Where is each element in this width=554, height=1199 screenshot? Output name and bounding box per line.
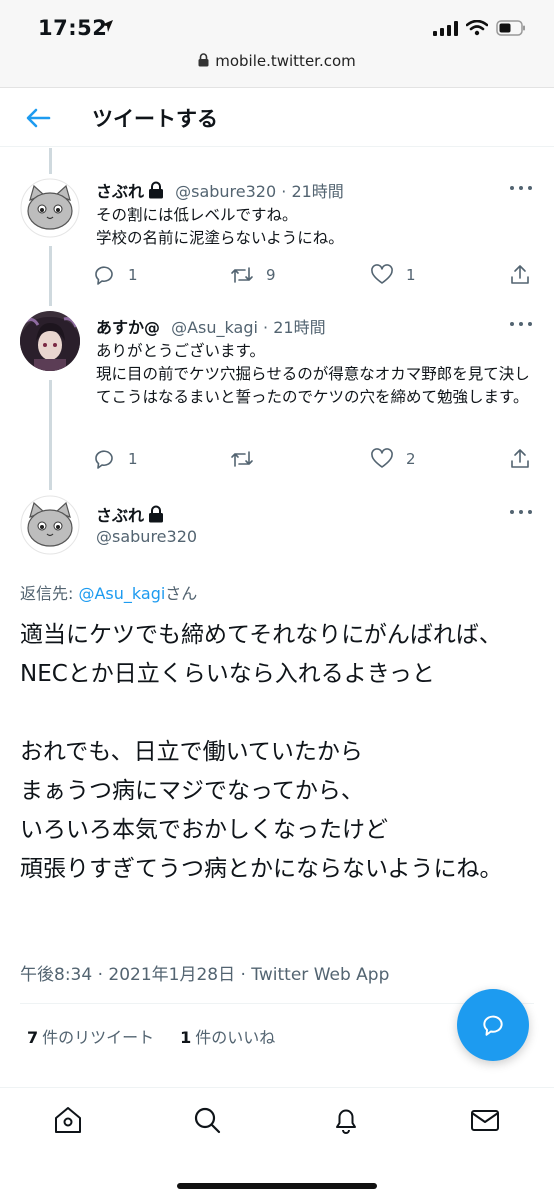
- location-arrow-icon: [101, 20, 113, 32]
- more-options-icon[interactable]: [510, 510, 532, 516]
- retweet-icon: [231, 267, 253, 283]
- like-count: 2: [406, 450, 416, 468]
- handle[interactable]: @Asu_kagi: [171, 318, 258, 337]
- retweet-count: 9: [266, 266, 276, 284]
- cellular-signal-icon: [433, 20, 458, 36]
- tweet-header: あすか@ @Asu_kagi · 21時間: [96, 314, 326, 338]
- reply-prefix: 返信先:: [20, 584, 79, 603]
- focused-tweet-text: 適当にケツでも締めてそれなりにがんばれば、 NECとか日立くらいなら入れるよきっ…: [20, 622, 503, 882]
- home-indicator: [177, 1183, 377, 1189]
- like-stat[interactable]: 1 件のいいね: [180, 1024, 275, 1048]
- protected-lock-icon: [149, 505, 164, 523]
- tweet-actions: 1 2: [92, 447, 536, 473]
- tweet-author-name: さぶれ: [96, 502, 164, 526]
- heart-icon: [371, 264, 393, 284]
- like-button[interactable]: 2: [370, 447, 416, 471]
- avatar[interactable]: [20, 495, 80, 555]
- separator-dot: ·: [263, 318, 269, 337]
- like-stat-label: 件のいいね: [195, 1028, 276, 1047]
- heart-icon: [371, 448, 393, 468]
- retweet-button[interactable]: 9: [230, 263, 276, 287]
- tweet-header: さぶれ @sabure320 · 21時間: [96, 178, 344, 202]
- handle[interactable]: @sabure320: [175, 182, 276, 201]
- share-icon: [511, 265, 529, 284]
- reply-button[interactable]: 1: [92, 263, 138, 287]
- retweet-button[interactable]: [230, 447, 266, 471]
- cat-avatar-icon: [20, 178, 80, 238]
- messages-envelope-icon[interactable]: [469, 1104, 501, 1136]
- protected-lock-icon: [149, 181, 164, 199]
- cat-avatar-icon: [20, 495, 80, 555]
- display-name[interactable]: さぶれ: [96, 506, 144, 525]
- share-button[interactable]: [508, 447, 532, 471]
- reply-count: 1: [128, 266, 138, 284]
- url-text: mobile.twitter.com: [215, 52, 356, 70]
- reply-mention-link[interactable]: @Asu_kagi: [78, 584, 165, 603]
- reply-button[interactable]: 1: [92, 447, 138, 471]
- retweet-stat-label: 件のリツイート: [42, 1028, 155, 1047]
- more-options-icon[interactable]: [510, 322, 532, 328]
- like-button[interactable]: 1: [370, 263, 416, 287]
- thread-connector: [49, 148, 52, 174]
- handle[interactable]: @sabure320: [96, 527, 197, 546]
- share-icon: [511, 449, 529, 468]
- display-name[interactable]: あすか@: [96, 318, 160, 337]
- timestamp[interactable]: 21時間: [273, 318, 325, 337]
- thread-connector: [49, 380, 52, 490]
- battery-icon: [496, 20, 525, 36]
- browser-status-area: 17:52 mobile.twitter.com: [0, 0, 554, 88]
- tweet-stats: 7 件のリツイート 1 件のいいね: [27, 1024, 275, 1048]
- tweet-text: その割には低レベルですね。 学校の名前に泥塗らないようにね。: [96, 206, 344, 247]
- retweet-icon: [231, 451, 253, 467]
- wifi-icon: [466, 20, 488, 36]
- avatar[interactable]: [20, 311, 80, 371]
- notifications-bell-icon[interactable]: [330, 1104, 362, 1136]
- tweet-meta[interactable]: 午後8:34 · 2021年1月28日 · Twitter Web App: [20, 960, 389, 985]
- status-time: 17:52: [38, 16, 108, 40]
- more-options-icon[interactable]: [510, 186, 532, 192]
- reply-bubble-icon: [483, 1015, 503, 1036]
- like-stat-count: 1: [180, 1028, 192, 1047]
- tweet-text: ありがとうございます。 現に目の前でケツ穴掘らせるのが得意なオカマ野郎を見て決し…: [96, 342, 530, 406]
- tweet-author-handle: @sabure320: [96, 527, 197, 546]
- compose-reply-button[interactable]: [457, 989, 529, 1061]
- divider: [20, 1003, 534, 1004]
- lock-icon: [198, 53, 209, 67]
- back-arrow-icon[interactable]: [24, 104, 52, 132]
- display-name[interactable]: さぶれ: [96, 182, 144, 201]
- like-count: 1: [406, 266, 416, 284]
- reply-count: 1: [128, 450, 138, 468]
- separator-dot: ·: [281, 182, 287, 201]
- thread-connector: [49, 246, 52, 306]
- status-indicators: [433, 20, 526, 36]
- tweet-actions: 1 9 1: [92, 263, 536, 289]
- anime-character-avatar-icon: [20, 311, 80, 371]
- search-icon[interactable]: [191, 1104, 223, 1136]
- reply-icon: [95, 450, 113, 469]
- home-icon[interactable]: [52, 1104, 84, 1136]
- timestamp[interactable]: 21時間: [291, 182, 343, 201]
- avatar[interactable]: [20, 178, 80, 238]
- share-button[interactable]: [508, 263, 532, 287]
- address-bar[interactable]: mobile.twitter.com: [0, 52, 554, 70]
- retweet-stat-count: 7: [27, 1028, 39, 1047]
- reply-icon: [95, 266, 113, 285]
- page-title: ツイートする: [92, 107, 218, 131]
- replying-to: 返信先: @Asu_kagiさん: [20, 580, 197, 604]
- retweet-stat[interactable]: 7 件のリツイート: [27, 1024, 154, 1048]
- reply-suffix: さん: [165, 584, 198, 603]
- app-header: ツイートする: [0, 89, 554, 147]
